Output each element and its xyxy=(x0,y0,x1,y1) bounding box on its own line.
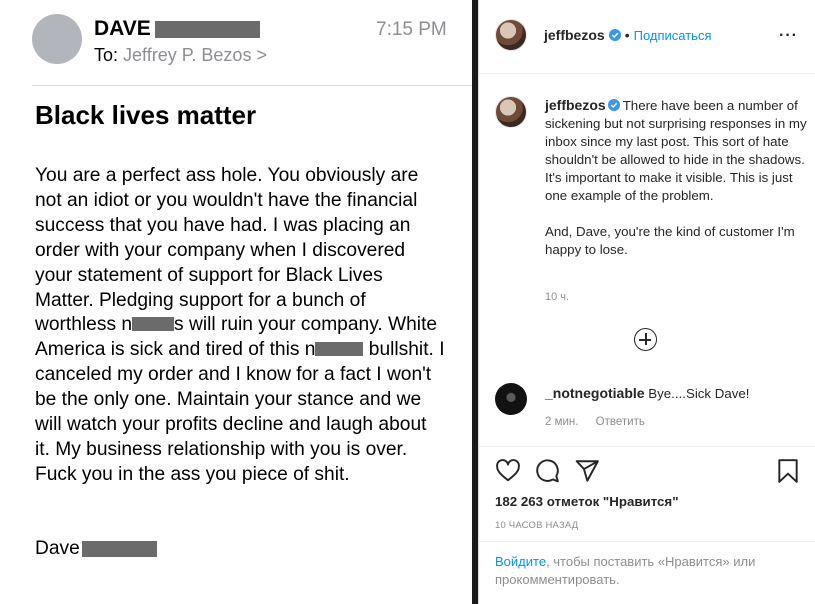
caption-paragraph-1: jeffbezos There have been a number of sic… xyxy=(545,96,807,205)
share-icon[interactable] xyxy=(574,458,600,484)
post-caption: jeffbezos There have been a number of sic… xyxy=(545,96,807,259)
email-signature: Dave xyxy=(35,538,157,560)
email-body-part-1: You are a perfect ass hole. You obviousl… xyxy=(35,165,419,336)
sender-name: DAVE xyxy=(94,17,151,40)
heart-icon[interactable] xyxy=(495,458,521,484)
redaction-bar xyxy=(154,20,260,38)
action-bar xyxy=(495,458,800,486)
redaction-bar xyxy=(132,317,175,332)
post-header: jeffbezos • Подписаться xyxy=(544,27,711,43)
footer-divider xyxy=(479,541,815,542)
sender-avatar xyxy=(32,14,82,64)
separator-dot: • xyxy=(624,27,630,43)
comment-meta: 2 мин. Ответить xyxy=(545,416,645,428)
email-screenshot: DAVE To: Jeffrey P. Bezos > 7:15 PM Blac… xyxy=(0,0,472,604)
reply-button[interactable]: Ответить xyxy=(596,416,645,428)
email-time: 7:15 PM xyxy=(376,19,447,40)
comment-icon[interactable] xyxy=(534,458,560,484)
avatar[interactable] xyxy=(495,19,527,51)
login-link[interactable]: Войдите xyxy=(495,554,546,569)
recipient-name: Jeffrey P. Bezos xyxy=(123,45,252,65)
likes-count[interactable]: 182 263 отметок "Нравится" xyxy=(495,494,679,509)
email-divider xyxy=(32,85,472,86)
login-prompt: Войдите, чтобы поставить «Нравится» или … xyxy=(495,553,795,589)
instagram-post-panel: jeffbezos • Подписаться ··· jeffbezos The… xyxy=(478,0,815,604)
caption-username-link[interactable]: jeffbezos xyxy=(545,97,606,113)
redaction-bar xyxy=(315,342,364,357)
email-body: You are a perfect ass hole. You obviousl… xyxy=(35,164,445,488)
username-link[interactable]: jeffbezos xyxy=(544,27,605,43)
redaction-bar xyxy=(81,541,157,557)
commenter-avatar[interactable] xyxy=(495,383,527,415)
email-subject: Black lives matter xyxy=(35,100,257,130)
caption-timestamp: 10 ч. xyxy=(545,291,570,303)
sender-line: DAVE xyxy=(94,17,260,41)
comments-divider xyxy=(479,446,815,447)
post-timestamp: 10 ЧАСОВ НАЗАД xyxy=(495,520,579,531)
bookmark-icon[interactable] xyxy=(775,458,801,484)
email-body-part-3: bullshit. I canceled my order and I know… xyxy=(35,339,445,485)
caption-paragraph-2: And, Dave, you're the kind of customer I… xyxy=(545,224,795,257)
load-more-comments-icon[interactable] xyxy=(634,328,657,351)
recipient-line: To: Jeffrey P. Bezos > xyxy=(94,45,267,66)
commenter-username-link[interactable]: _notnegotiable xyxy=(545,385,645,401)
comment: _notnegotiable Bye....Sick Dave! xyxy=(545,385,750,401)
signature-name: Dave xyxy=(35,538,80,559)
to-label: To: xyxy=(94,45,119,65)
more-options-icon[interactable]: ··· xyxy=(779,27,798,45)
comment-timestamp: 2 мин. xyxy=(545,416,579,428)
chevron-right-icon: > xyxy=(256,45,267,65)
caption-text: There have been a number of sickening bu… xyxy=(545,98,807,203)
comment-text: Bye....Sick Dave! xyxy=(648,386,750,401)
caption-avatar[interactable] xyxy=(495,96,527,128)
header-divider xyxy=(479,73,815,74)
verified-badge-icon xyxy=(607,99,620,111)
verified-badge-icon xyxy=(608,29,621,41)
follow-button[interactable]: Подписаться xyxy=(634,28,712,43)
